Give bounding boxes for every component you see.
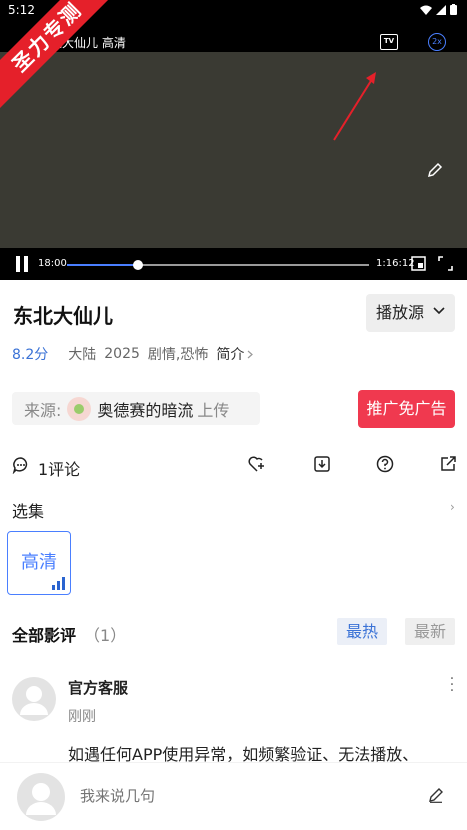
help-icon[interactable] bbox=[376, 455, 394, 473]
cast-tv-button[interactable]: TV bbox=[380, 34, 398, 50]
year: 2025 bbox=[104, 346, 140, 362]
user-icon bbox=[20, 686, 48, 715]
episode-item[interactable]: 高清 bbox=[7, 531, 71, 595]
play-source-button[interactable]: 播放源 bbox=[366, 294, 455, 332]
signal-icon bbox=[436, 4, 446, 15]
comment-count[interactable]: 1评论 bbox=[38, 456, 80, 480]
comment-input[interactable] bbox=[80, 787, 400, 805]
playing-bars-icon bbox=[52, 577, 65, 590]
intro-link[interactable]: 简介 bbox=[216, 344, 244, 364]
uploader-prefix: 来源: bbox=[24, 400, 62, 420]
wifi-icon bbox=[420, 5, 432, 15]
reviews-title: 全部影评 bbox=[12, 626, 77, 645]
reviews-count: （1） bbox=[84, 626, 127, 645]
status-icons bbox=[420, 4, 457, 15]
pip-icon[interactable] bbox=[411, 256, 426, 271]
progress-knob[interactable] bbox=[132, 260, 143, 270]
share-icon[interactable] bbox=[439, 455, 457, 473]
episode-label: 高清 bbox=[21, 552, 57, 573]
uploader-info[interactable]: 来源: 奥德赛的暗流 上传 bbox=[12, 392, 260, 425]
more-options-icon[interactable]: · · · bbox=[448, 672, 456, 698]
chevron-right-icon bbox=[247, 350, 254, 358]
speed-button[interactable]: 2x bbox=[428, 33, 446, 51]
status-time: 5:12 bbox=[8, 3, 35, 17]
sort-new-button[interactable]: 最新 bbox=[405, 618, 455, 645]
action-row: 1评论 bbox=[0, 450, 467, 480]
score: 8.2分 bbox=[12, 347, 49, 363]
movie-meta: 8.2分 大陆 2025 剧情,恐怖 简介 bbox=[12, 344, 254, 364]
uploader-suffix: 上传 bbox=[197, 400, 230, 420]
episodes-label: 选集 bbox=[12, 502, 45, 521]
user-icon bbox=[26, 783, 56, 815]
progress-fill bbox=[67, 264, 138, 266]
movie-title: 东北大仙儿 bbox=[13, 304, 113, 328]
pause-button[interactable] bbox=[16, 256, 30, 272]
annotation-arrow-icon bbox=[333, 72, 376, 141]
avatar[interactable] bbox=[12, 677, 56, 721]
battery-icon bbox=[450, 4, 457, 15]
chevron-down-icon bbox=[433, 307, 445, 315]
edit-icon[interactable] bbox=[428, 787, 444, 803]
comment-time: 刚刚 bbox=[68, 709, 96, 725]
my-avatar[interactable] bbox=[17, 773, 65, 821]
uploader-avatar bbox=[67, 396, 92, 421]
download-icon[interactable] bbox=[313, 455, 331, 473]
favorite-add-icon[interactable] bbox=[248, 455, 267, 473]
uploader-name[interactable]: 奥德赛的暗流 bbox=[97, 397, 193, 421]
episodes-more[interactable]: › bbox=[450, 500, 455, 514]
reviews-header: 全部影评 （1） bbox=[12, 622, 126, 646]
player-controls: 18:00 1:16:12 bbox=[0, 248, 467, 280]
progress-bar[interactable] bbox=[67, 260, 369, 270]
remove-ads-button[interactable]: 推广免广告 bbox=[358, 390, 455, 428]
total-time: 1:16:12 bbox=[376, 258, 415, 269]
play-source-label: 播放源 bbox=[376, 303, 425, 322]
genre: 剧情,恐怖 bbox=[147, 347, 209, 363]
fullscreen-icon[interactable] bbox=[438, 256, 453, 271]
current-time: 18:00 bbox=[38, 258, 67, 269]
region: 大陆 bbox=[68, 347, 97, 363]
video-frame[interactable] bbox=[0, 52, 467, 268]
pencil-icon[interactable] bbox=[427, 162, 443, 178]
comment-icon[interactable] bbox=[12, 456, 30, 474]
comment-author[interactable]: 官方客服 bbox=[68, 677, 128, 698]
sort-hot-button[interactable]: 最热 bbox=[337, 618, 387, 645]
video-player[interactable]: 北大仙儿 高清 TV 2x 18:00 1:16:12 bbox=[0, 22, 467, 280]
comment-input-bar bbox=[0, 762, 467, 830]
